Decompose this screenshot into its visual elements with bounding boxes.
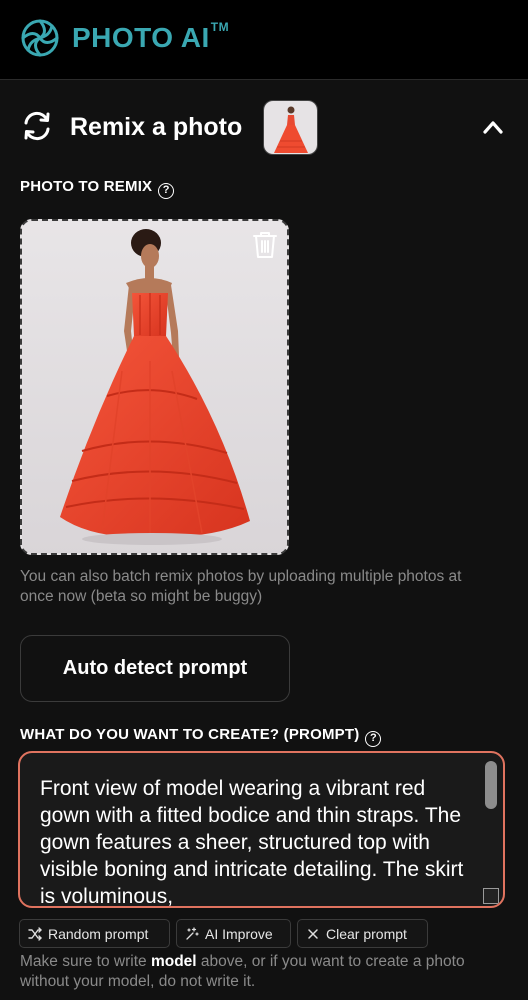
auto-detect-prompt-button[interactable]: Auto detect prompt bbox=[20, 635, 290, 702]
x-icon bbox=[308, 928, 318, 939]
trademark: TM bbox=[210, 20, 230, 34]
remix-title: Remix a photo bbox=[70, 113, 243, 141]
question-circle-icon[interactable]: ? bbox=[158, 183, 175, 199]
batch-remix-hint: You can also batch remix photos by uploa… bbox=[20, 568, 462, 605]
shuffle-icon bbox=[28, 926, 42, 941]
refresh-arrows-icon bbox=[24, 111, 50, 141]
resize-handle[interactable] bbox=[483, 888, 499, 904]
sparkle-icon bbox=[186, 926, 199, 940]
chevron-up-icon[interactable] bbox=[480, 117, 506, 137]
model-keyword-note: Make sure to write model above, or if yo… bbox=[20, 953, 465, 990]
prompt-scrollbar[interactable] bbox=[485, 761, 497, 809]
remix-thumbnail[interactable] bbox=[263, 100, 318, 155]
model-keyword: model bbox=[150, 953, 197, 970]
photo-section-label: PHOTO TO REMIX? bbox=[20, 178, 175, 199]
ai-improve-button[interactable]: AI Improve bbox=[176, 919, 291, 948]
remix-photo[interactable] bbox=[20, 219, 289, 555]
clear-prompt-button[interactable]: Clear prompt bbox=[297, 919, 428, 948]
spiral-aperture-icon[interactable] bbox=[20, 18, 60, 58]
prompt-textarea[interactable]: Front view of model wearing a vibrant re… bbox=[18, 751, 505, 908]
top-bar: PHOTO AITM bbox=[0, 0, 528, 80]
brand-name[interactable]: PHOTO AITM bbox=[72, 20, 230, 54]
prompt-text[interactable]: Front view of model wearing a vibrant re… bbox=[40, 775, 480, 906]
random-prompt-button[interactable]: Random prompt bbox=[19, 919, 170, 948]
prompt-section-label: WHAT DO YOU WANT TO CREATE? (PROMPT)? bbox=[20, 726, 382, 747]
trash-icon[interactable] bbox=[252, 230, 278, 260]
question-circle-icon[interactable]: ? bbox=[365, 731, 382, 747]
